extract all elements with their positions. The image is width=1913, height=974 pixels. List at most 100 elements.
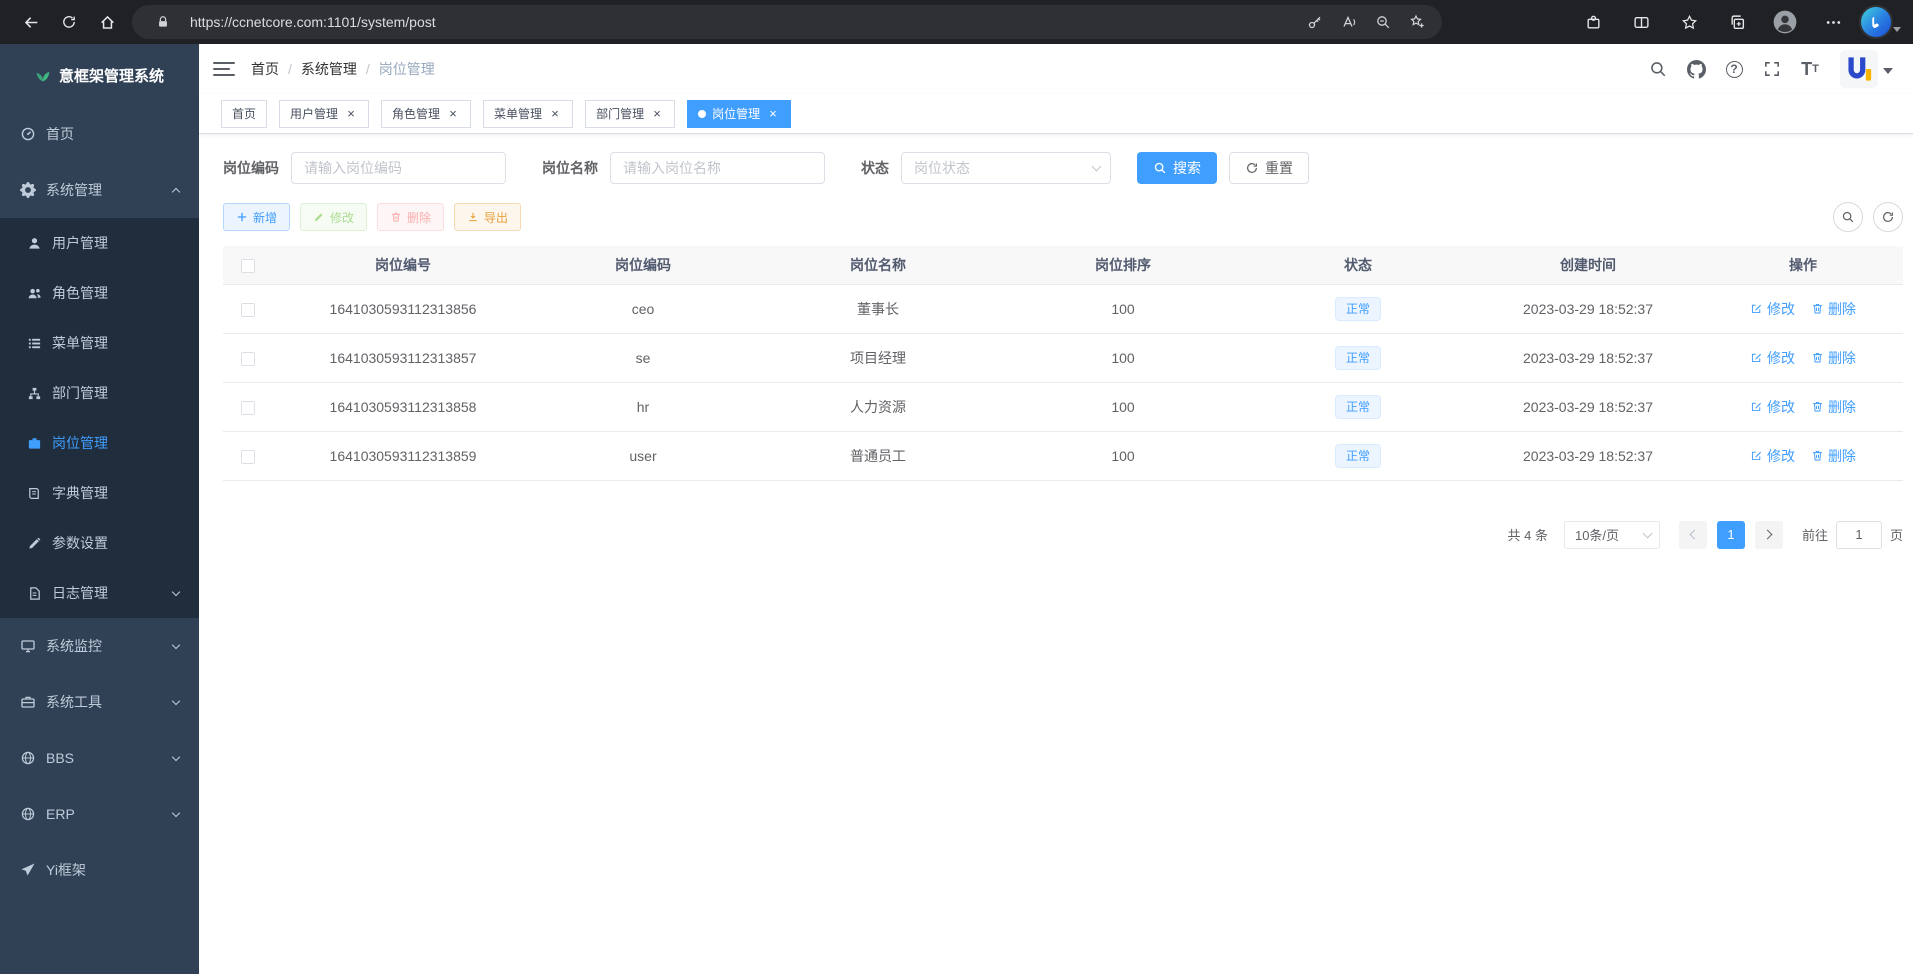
status-select[interactable]: 岗位状态 bbox=[901, 152, 1111, 184]
tab-dept-management[interactable]: 部门管理 × bbox=[585, 100, 675, 128]
post-name-input[interactable] bbox=[610, 152, 825, 184]
favorites-icon[interactable] bbox=[1669, 4, 1709, 40]
copilot-bing-icon[interactable] bbox=[1861, 4, 1901, 40]
search-icon[interactable] bbox=[1642, 53, 1674, 85]
next-page-button[interactable] bbox=[1755, 521, 1783, 549]
table-row[interactable]: 1641030593112313859 user 普通员工 100 正常 202… bbox=[223, 431, 1903, 480]
close-icon[interactable]: × bbox=[650, 107, 664, 121]
settings-menu-icon[interactable] bbox=[1813, 4, 1853, 40]
sidebar-item-system-monitor[interactable]: 系统监控 bbox=[0, 618, 199, 674]
tab-post-management[interactable]: 岗位管理 × bbox=[687, 100, 791, 128]
breadcrumb-home[interactable]: 首页 bbox=[251, 59, 292, 79]
close-icon[interactable]: × bbox=[548, 107, 562, 121]
close-icon[interactable]: × bbox=[446, 107, 460, 121]
row-delete-link[interactable]: 删除 bbox=[1811, 348, 1856, 368]
page-number-button[interactable]: 1 bbox=[1717, 521, 1745, 549]
password-key-icon[interactable] bbox=[1298, 7, 1332, 37]
sidebar-item-system-tools[interactable]: 系统工具 bbox=[0, 674, 199, 730]
address-bar[interactable]: https://ccnetcore.com:1101/system/post bbox=[132, 5, 1442, 39]
sidebar-item-system-management[interactable]: 系统管理 bbox=[0, 162, 199, 218]
user-avatar-menu[interactable] bbox=[1840, 50, 1893, 88]
sidebar-item-erp[interactable]: ERP bbox=[0, 786, 199, 842]
add-button[interactable]: 新增 bbox=[223, 203, 290, 231]
edit-icon bbox=[1750, 302, 1763, 315]
add-favorite-star-icon[interactable] bbox=[1400, 7, 1434, 37]
breadcrumb-system[interactable]: 系统管理 bbox=[301, 59, 370, 79]
close-icon[interactable]: × bbox=[344, 107, 358, 121]
export-button[interactable]: 导出 bbox=[454, 203, 521, 231]
app-logo: 意框架管理系统 bbox=[0, 44, 199, 106]
sidebar-item-home[interactable]: 首页 bbox=[0, 106, 199, 162]
extensions-icon[interactable] bbox=[1573, 4, 1613, 40]
row-checkbox[interactable] bbox=[241, 303, 255, 317]
collections-icon[interactable] bbox=[1717, 4, 1757, 40]
row-delete-link[interactable]: 删除 bbox=[1811, 397, 1856, 417]
edit-icon bbox=[1750, 400, 1763, 413]
prev-page-button[interactable] bbox=[1679, 521, 1707, 549]
read-aloud-icon[interactable] bbox=[1332, 7, 1366, 37]
chevron-down-icon bbox=[1092, 162, 1102, 172]
show-search-toggle-button[interactable] bbox=[1833, 202, 1863, 232]
row-checkbox[interactable] bbox=[241, 352, 255, 366]
font-size-icon[interactable]: TT bbox=[1794, 53, 1826, 85]
browser-home-button[interactable] bbox=[88, 4, 126, 40]
total-count: 共 4 条 bbox=[1508, 525, 1548, 544]
sidebar-item-dept-management[interactable]: 部门管理 bbox=[0, 368, 199, 418]
sidebar-item-dict-management[interactable]: 字典管理 bbox=[0, 468, 199, 518]
cell-post-code: se bbox=[533, 333, 753, 382]
sidebar-item-post-management[interactable]: 岗位管理 bbox=[0, 418, 199, 468]
fullscreen-icon[interactable] bbox=[1756, 53, 1788, 85]
briefcase-icon bbox=[26, 435, 42, 451]
sidebar-item-user-management[interactable]: 用户管理 bbox=[0, 218, 199, 268]
site-security-icon[interactable] bbox=[146, 7, 180, 37]
row-edit-link[interactable]: 修改 bbox=[1750, 397, 1795, 417]
help-icon[interactable]: ? bbox=[1718, 53, 1750, 85]
browser-refresh-button[interactable] bbox=[50, 4, 88, 40]
user-icon bbox=[26, 235, 42, 251]
sidebar-item-param-settings[interactable]: 参数设置 bbox=[0, 518, 199, 568]
book-icon bbox=[26, 485, 42, 501]
tab-role-management[interactable]: 角色管理 × bbox=[381, 100, 471, 128]
sidebar-item-bbs[interactable]: BBS bbox=[0, 730, 199, 786]
github-icon[interactable] bbox=[1680, 53, 1712, 85]
profile-avatar[interactable] bbox=[1765, 4, 1805, 40]
search-icon bbox=[1153, 161, 1167, 175]
users-icon bbox=[26, 285, 42, 301]
cell-created: 2023-03-29 18:52:37 bbox=[1473, 333, 1703, 382]
row-checkbox[interactable] bbox=[241, 401, 255, 415]
post-code-input[interactable] bbox=[291, 152, 506, 184]
zoom-out-icon[interactable] bbox=[1366, 7, 1400, 37]
row-delete-link[interactable]: 删除 bbox=[1811, 446, 1856, 466]
row-edit-link[interactable]: 修改 bbox=[1750, 446, 1795, 466]
url-text[interactable]: https://ccnetcore.com:1101/system/post bbox=[190, 14, 1298, 30]
tab-menu-management[interactable]: 菜单管理 × bbox=[483, 100, 573, 128]
table-row[interactable]: 1641030593112313857 se 项目经理 100 正常 2023-… bbox=[223, 333, 1903, 382]
row-edit-link[interactable]: 修改 bbox=[1750, 299, 1795, 319]
row-checkbox[interactable] bbox=[241, 450, 255, 464]
sidebar-item-yi-framework[interactable]: Yi框架 bbox=[0, 842, 199, 898]
search-button[interactable]: 搜索 bbox=[1137, 152, 1217, 184]
page-size-select[interactable]: 10条/页 bbox=[1564, 521, 1660, 549]
tab-user-management[interactable]: 用户管理 × bbox=[279, 100, 369, 128]
delete-button[interactable]: 删除 bbox=[377, 203, 444, 231]
split-screen-icon[interactable] bbox=[1621, 4, 1661, 40]
table-row[interactable]: 1641030593112313858 hr 人力资源 100 正常 2023-… bbox=[223, 382, 1903, 431]
goto-page-input[interactable] bbox=[1836, 521, 1882, 549]
browser-back-button[interactable] bbox=[12, 4, 50, 40]
refresh-table-button[interactable] bbox=[1873, 202, 1903, 232]
breadcrumb-current: 岗位管理 bbox=[379, 59, 435, 79]
edit-button[interactable]: 修改 bbox=[300, 203, 367, 231]
tab-home[interactable]: 首页 bbox=[221, 100, 267, 128]
table-row[interactable]: 1641030593112313856 ceo 董事长 100 正常 2023-… bbox=[223, 284, 1903, 333]
sidebar-item-log-management[interactable]: 日志管理 bbox=[0, 568, 199, 618]
row-delete-link[interactable]: 删除 bbox=[1811, 299, 1856, 319]
select-all-checkbox[interactable] bbox=[241, 259, 255, 273]
chevron-down-icon bbox=[172, 808, 180, 816]
sidebar-toggle[interactable] bbox=[213, 60, 235, 78]
sidebar-item-role-management[interactable]: 角色管理 bbox=[0, 268, 199, 318]
close-icon[interactable]: × bbox=[766, 107, 780, 121]
sidebar-item-menu-management[interactable]: 菜单管理 bbox=[0, 318, 199, 368]
reset-button[interactable]: 重置 bbox=[1229, 152, 1309, 184]
sidebar-menu: 首页 系统管理 用户管理 bbox=[0, 106, 199, 898]
row-edit-link[interactable]: 修改 bbox=[1750, 348, 1795, 368]
